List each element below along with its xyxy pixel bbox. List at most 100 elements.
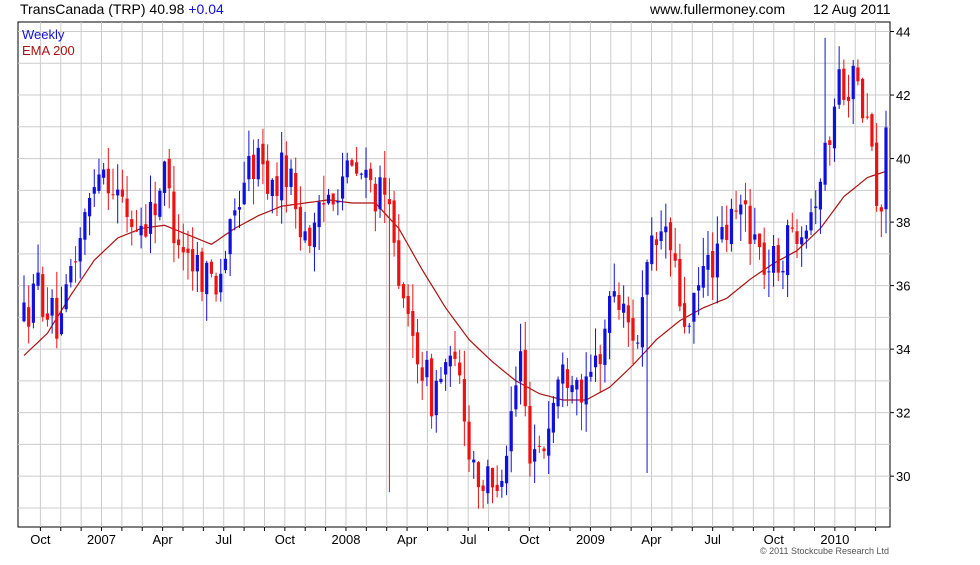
candle-body [233,210,237,216]
candle-body [373,183,377,212]
x-tick-label: Jul [215,532,232,547]
candle-body [743,200,748,205]
candle-body [575,379,579,390]
candle-body [720,226,724,240]
candle-body [340,176,345,199]
candle-body [411,311,415,336]
candle-body [120,189,124,197]
candle-body [116,189,120,196]
candle-body [542,448,546,452]
candle-body [134,230,139,232]
candle-body [458,362,462,376]
candle-body [261,143,265,165]
candle-body [139,225,143,236]
x-axis: Oct 2007 Apr Jul Oct 2008 Apr Jul Oct 2009 Apr Jul O… [30,527,877,547]
candle-body [434,380,438,416]
candle-body [50,298,54,316]
candle-body [106,168,110,194]
candle-body [865,116,869,118]
candle-body [697,285,701,291]
candle-body [659,231,663,242]
candle-body [242,182,246,205]
candle-body [800,237,804,245]
y-tick-label: 44 [896,25,910,40]
candle-body [607,295,612,333]
candle-body [870,114,874,147]
candle-body [528,405,532,464]
candle-body [415,332,420,365]
candle-body [59,313,64,335]
candle-body [701,266,705,288]
candle-body [579,379,584,403]
candle-body [631,318,635,341]
change-value: +0.04 [188,1,224,17]
candle-body [448,355,452,367]
candle-body [420,367,424,381]
candle-body [603,328,607,365]
candle-body [767,271,771,273]
candle-body [383,177,387,195]
candle-body [537,445,541,447]
candle-body [533,449,537,462]
candle-body [453,351,457,359]
candle-body [481,485,485,491]
candle-body [125,198,129,218]
candle-body [191,249,195,272]
candle-body [45,313,50,320]
y-tick-label: 42 [896,88,910,103]
candle-body [551,402,555,433]
legend-weekly: Weekly [22,27,65,42]
candle-body [518,351,523,382]
candle-body [851,65,855,100]
candle-body [598,354,602,365]
candle-body [223,258,228,271]
candle-body [153,203,157,216]
candle-body [795,231,799,244]
x-tick-label: Oct [764,532,785,547]
candle-body [823,142,827,185]
candle-body [476,462,481,488]
candle-body [308,227,312,246]
candle-body [92,187,96,194]
candle-body [757,233,762,248]
stock-chart: 30 32 34 36 38 40 42 44 Oct 2007 Apr Jul Oct 2008 Apr… [0,0,980,560]
candle-body [172,191,176,244]
candle-body [219,273,223,293]
candle-body [556,379,560,407]
candle-body [786,225,790,276]
candle-body [251,154,256,180]
candle-body [650,235,654,265]
candle-body [111,194,115,196]
candle-body [266,160,270,194]
candle-body [425,359,429,378]
copyright-label: © 2011 Stockcube Research Ltd [760,546,889,556]
candle-body [523,349,527,407]
chart-svg: 30 32 34 36 38 40 42 44 Oct 2007 Apr Jul Oct 2008 Apr… [17,1,910,556]
candle-body [284,155,288,188]
candle-body [790,227,794,229]
candle-body [570,385,574,393]
candle-body [392,200,396,243]
candle-body [664,226,668,233]
candle-body [809,212,813,231]
candle-body [401,284,406,299]
candle-body [275,176,279,197]
x-tick-label: Apr [397,532,418,547]
candle-body [617,294,621,310]
candle-body [331,193,335,205]
candle-body [312,222,317,248]
candle-body [547,428,551,456]
candle-body [36,272,40,286]
candle-body [64,284,68,310]
candle-body [27,307,31,327]
candle-body [237,207,242,210]
y-tick-label: 40 [896,152,910,167]
x-tick-label: Oct [275,532,296,547]
candle-body [359,173,363,175]
candle-body [687,325,691,327]
ticker-label: TransCanada (TRP) 40.98 +0.04 [20,1,224,17]
candle-body [176,239,181,246]
candle-body [565,369,570,388]
candle [860,77,865,123]
candle-body [753,234,757,240]
